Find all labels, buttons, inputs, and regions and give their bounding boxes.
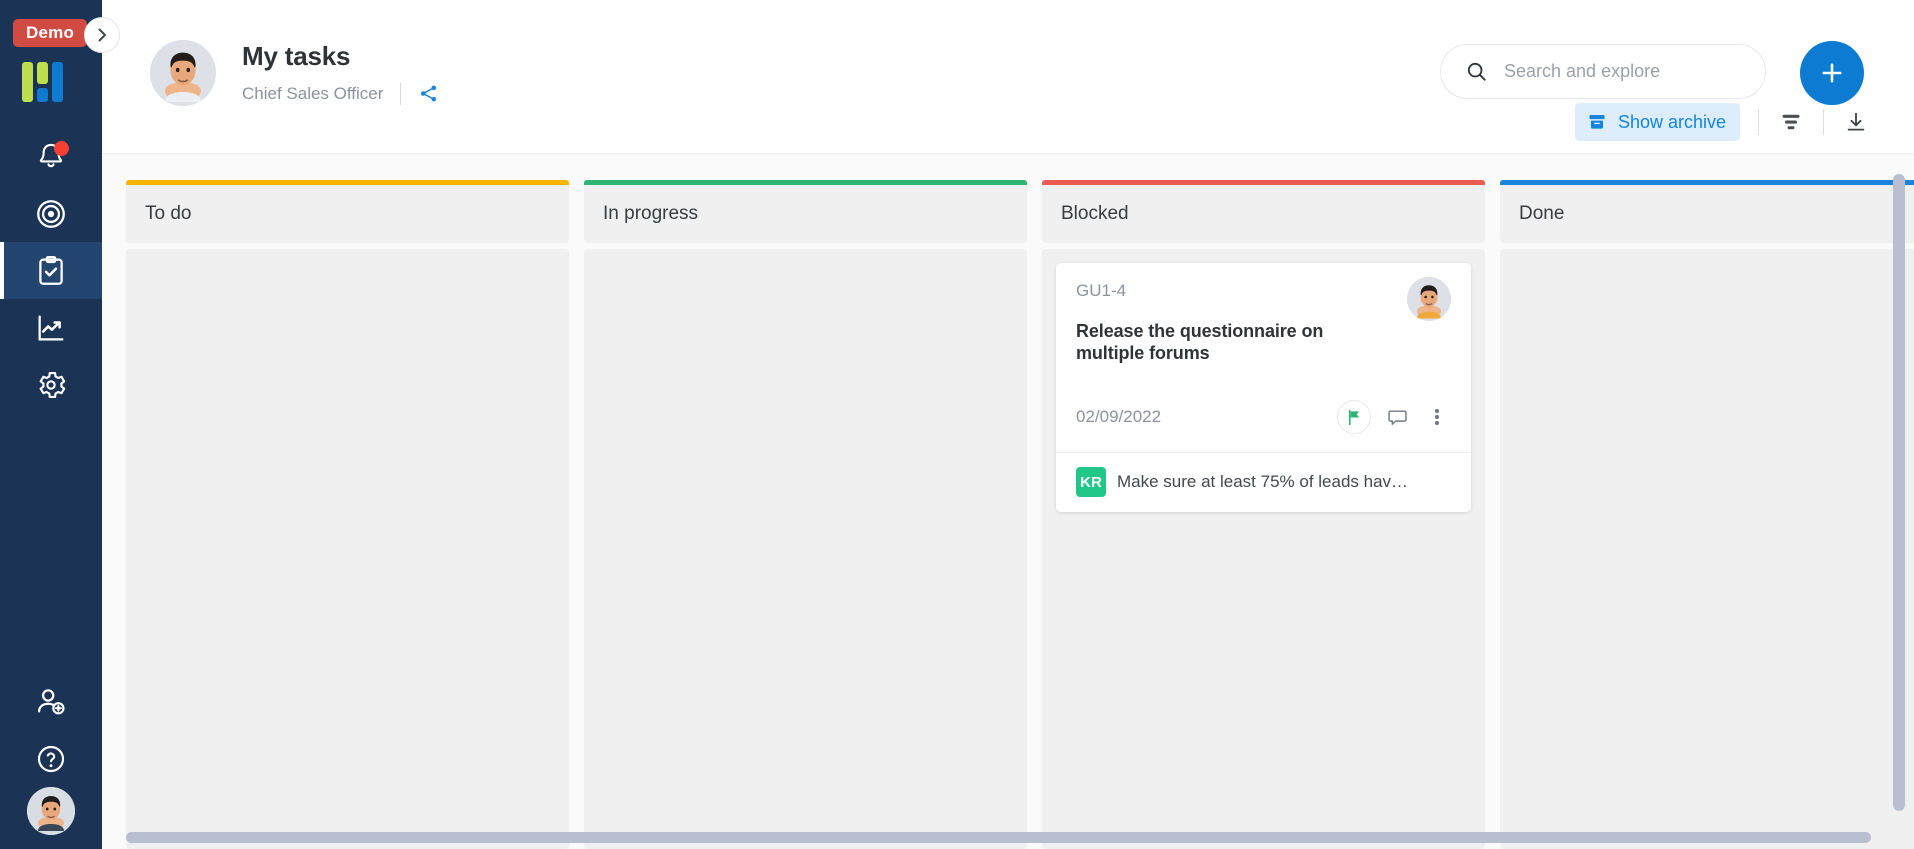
sidebar: Demo (0, 0, 120, 849)
profile-role: Chief Sales Officer (242, 83, 384, 103)
board-column-blocked: Blocked GU1-4 Release the questionnaire … (1042, 180, 1485, 849)
sidebar-item-tasks[interactable] (0, 242, 102, 299)
avatar-photo (1407, 277, 1451, 321)
sidebar-expand-button[interactable] (84, 17, 120, 53)
main-area: My tasks Chief Sales Officer Search and … (102, 0, 1914, 849)
clipboard-check-icon (39, 255, 63, 285)
board-column-done: Done (1500, 180, 1914, 849)
board-toolbar: Show archive (1574, 101, 1870, 143)
sidebar-item-goals[interactable] (0, 185, 102, 242)
comment-icon (1387, 410, 1407, 425)
task-card-footer: 02/09/2022 (1076, 400, 1451, 452)
share-icon[interactable] (418, 83, 439, 104)
download-button[interactable] (1842, 108, 1870, 136)
column-dropzone[interactable] (126, 249, 569, 849)
filter-button[interactable] (1777, 108, 1805, 136)
search-input[interactable] (1504, 61, 1744, 82)
divider (400, 82, 402, 105)
vertical-scrollbar[interactable] (1893, 174, 1905, 811)
column-dropzone[interactable]: GU1-4 Release the questionnaire on multi… (1042, 249, 1485, 849)
user-plus-icon (37, 688, 65, 714)
avatar-photo (27, 787, 75, 835)
column-header[interactable]: Blocked (1042, 185, 1485, 243)
flag-icon (1348, 409, 1359, 425)
gear-icon (39, 371, 66, 398)
notification-badge-dot (54, 141, 69, 156)
divider (1823, 109, 1824, 135)
task-id: GU1-4 (1076, 281, 1127, 300)
horizontal-scrollbar[interactable] (126, 832, 1871, 843)
help-circle-icon (37, 745, 65, 772)
kanban-board: To do In progress Blocked GU1-4 Release … (126, 180, 1914, 849)
filter-icon (1782, 114, 1800, 130)
column-header[interactable]: In progress (584, 185, 1027, 243)
column-title: In progress (603, 203, 699, 224)
show-archive-button[interactable]: Show archive (1574, 103, 1740, 141)
sidebar-item-settings[interactable] (0, 356, 102, 413)
sidebar-item-analytics[interactable] (0, 299, 102, 356)
column-title: To do (145, 203, 192, 224)
app-logo[interactable] (22, 62, 63, 102)
download-icon (1847, 112, 1865, 131)
logo-bars-icon (22, 62, 63, 102)
header-avatar[interactable] (150, 40, 216, 106)
more-vertical-icon (1434, 409, 1440, 426)
task-title: Release the questionnaire on multiple fo… (1076, 321, 1324, 363)
task-more-menu-button[interactable] (1423, 402, 1451, 432)
column-dropzone[interactable] (1500, 249, 1914, 849)
kr-badge: KR (1076, 467, 1106, 498)
create-button[interactable] (1800, 41, 1864, 105)
divider (1758, 109, 1759, 135)
profile-text: My tasks Chief Sales Officer (242, 40, 439, 105)
subtitle-row: Chief Sales Officer (242, 82, 439, 105)
board-column-in-progress: In progress (584, 180, 1027, 849)
avatar-photo (150, 40, 216, 106)
chevron-right-icon (98, 28, 106, 42)
archive-icon (1589, 115, 1605, 129)
task-card-body: GU1-4 Release the questionnaire on multi… (1056, 263, 1471, 452)
comment-button[interactable] (1383, 402, 1411, 432)
column-header[interactable]: To do (126, 185, 569, 243)
task-due-date: 02/09/2022 (1076, 407, 1162, 427)
demo-badge: Demo (13, 19, 88, 47)
kr-text: Make sure at least 75% of leads hav… (1117, 472, 1409, 492)
sidebar-item-notifications[interactable] (0, 128, 102, 185)
page-title: My tasks (242, 41, 351, 71)
plus-icon (1822, 63, 1842, 83)
column-title: Done (1519, 203, 1565, 224)
show-archive-label: Show archive (1617, 111, 1726, 132)
sidebar-item-help[interactable] (0, 730, 102, 787)
board-column-todo: To do (126, 180, 569, 849)
profile-block: My tasks Chief Sales Officer (150, 40, 439, 106)
task-assignee-avatar[interactable] (1407, 277, 1451, 321)
column-dropzone[interactable] (584, 249, 1027, 849)
task-card-actions (1337, 400, 1451, 435)
column-title: Blocked (1061, 203, 1129, 224)
sidebar-user-avatar[interactable] (27, 787, 75, 835)
column-header[interactable]: Done (1500, 185, 1914, 243)
search-icon (1467, 62, 1486, 81)
board-area: To do In progress Blocked GU1-4 Release … (102, 154, 1914, 849)
top-bar: My tasks Chief Sales Officer Search and … (102, 0, 1914, 154)
task-key-result[interactable]: KR Make sure at least 75% of leads hav… (1056, 452, 1471, 512)
chart-line-up-icon (38, 315, 64, 340)
flag-button[interactable] (1337, 400, 1371, 435)
sidebar-item-invite-user[interactable] (0, 673, 102, 730)
target-icon (37, 199, 65, 228)
task-card[interactable]: GU1-4 Release the questionnaire on multi… (1056, 263, 1471, 513)
search-box[interactable] (1440, 44, 1766, 99)
